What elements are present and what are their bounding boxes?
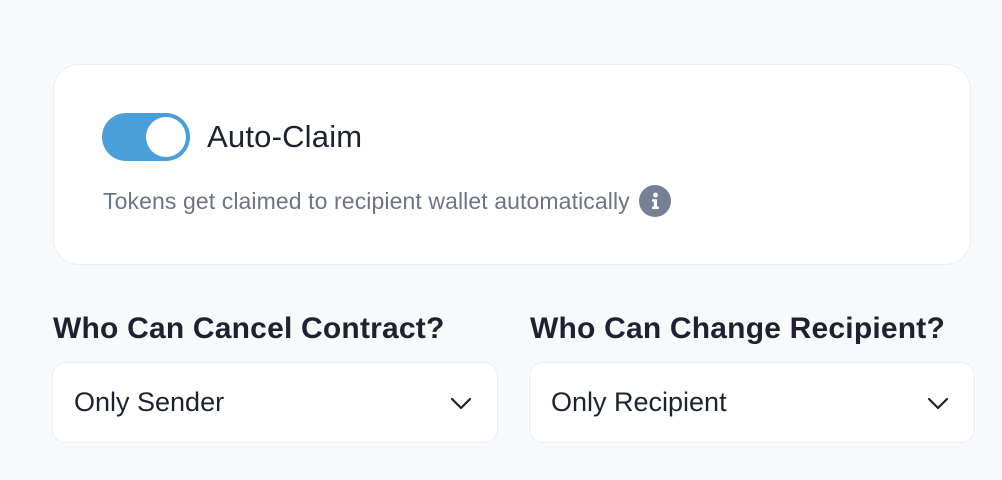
toggle-knob — [146, 117, 186, 157]
info-icon[interactable] — [638, 185, 671, 217]
auto-claim-toggle[interactable] — [102, 113, 190, 161]
chevron-down-icon — [450, 397, 472, 409]
auto-claim-label: Auto-Claim — [207, 119, 363, 154]
auto-claim-card: Auto-Claim Tokens get claimed to recipie… — [53, 64, 971, 265]
change-recipient-label: Who Can Change Recipient? — [530, 312, 946, 345]
cancel-contract-value: Only Sender — [74, 387, 225, 417]
change-recipient-select[interactable]: Only Recipient — [529, 362, 975, 443]
auto-claim-description-row: Tokens get claimed to recipient wallet a… — [103, 185, 671, 217]
auto-claim-description: Tokens get claimed to recipient wallet a… — [103, 187, 630, 214]
change-recipient-value: Only Recipient — [551, 387, 727, 417]
chevron-down-icon — [927, 397, 949, 409]
cancel-contract-label: Who Can Cancel Contract? — [53, 312, 445, 345]
auto-claim-toggle-row: Auto-Claim — [102, 113, 362, 161]
stream-settings-panel: Auto-Claim Tokens get claimed to recipie… — [0, 0, 1002, 480]
cancel-contract-select[interactable]: Only Sender — [52, 362, 498, 443]
